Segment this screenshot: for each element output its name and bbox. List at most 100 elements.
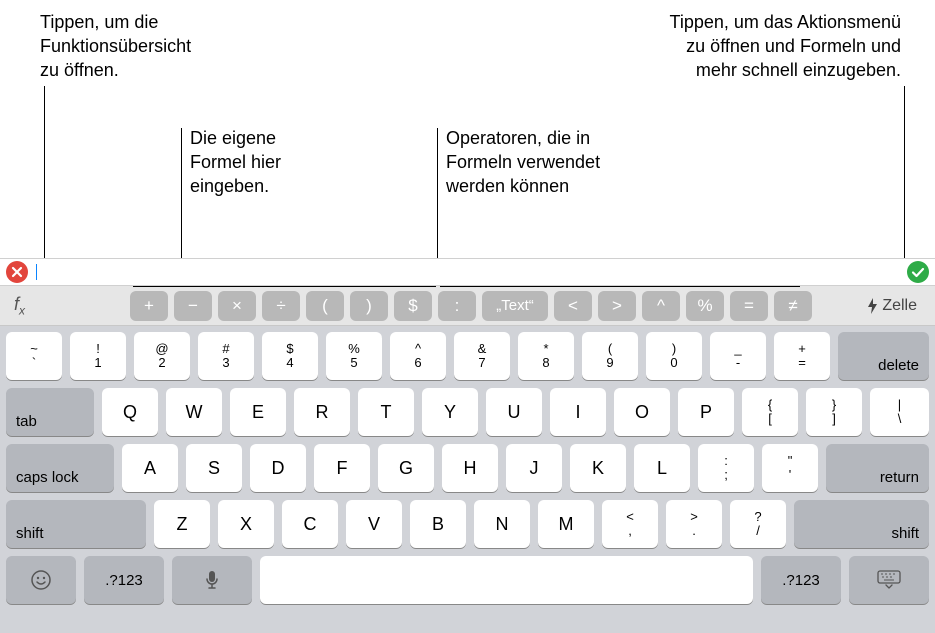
callout-fx: Tippen, um die Funktionsübersicht zu öff… (40, 10, 191, 82)
key-shift-left[interactable]: shift (6, 500, 146, 548)
key-l[interactable]: L (634, 444, 690, 492)
key-lbracket[interactable]: {[ (742, 388, 798, 436)
key-backtick[interactable]: ~` (6, 332, 62, 380)
callouts-layer: Tippen, um die Funktionsübersicht zu öff… (0, 0, 935, 258)
key-i[interactable]: I (550, 388, 606, 436)
key-d[interactable]: D (250, 444, 306, 492)
key-e[interactable]: E (230, 388, 286, 436)
key-9[interactable]: (9 (582, 332, 638, 380)
key-1[interactable]: !1 (70, 332, 126, 380)
key-v[interactable]: V (346, 500, 402, 548)
formula-toolbar: fx + − × ÷ ( ) $ : „Text“ < > ^ % = ≠ Ze… (0, 286, 935, 326)
key-k[interactable]: K (570, 444, 626, 492)
key-emoji[interactable] (6, 556, 76, 604)
leader-line (181, 128, 182, 268)
key-6[interactable]: ^6 (390, 332, 446, 380)
key-slash[interactable]: ?/ (730, 500, 786, 548)
text-caret (36, 264, 37, 280)
keyboard-row-5: .?123 .?123 (6, 556, 929, 604)
key-rbracket[interactable]: }] (806, 388, 862, 436)
key-tab[interactable]: tab (6, 388, 94, 436)
op-lt[interactable]: < (554, 291, 592, 321)
op-minus[interactable]: − (174, 291, 212, 321)
key-quote[interactable]: "' (762, 444, 818, 492)
callout-zelle: Tippen, um das Aktionsmenü zu öffnen und… (670, 10, 901, 82)
op-divide[interactable]: ÷ (262, 291, 300, 321)
key-s[interactable]: S (186, 444, 242, 492)
key-dictation[interactable] (172, 556, 252, 604)
key-u[interactable]: U (486, 388, 542, 436)
fx-icon: fx (14, 294, 25, 318)
op-eq[interactable]: = (730, 291, 768, 321)
keyboard: ~` !1 @2 #3 $4 %5 ^6 &7 *8 (9 )0 _- += d… (0, 326, 935, 633)
key-2[interactable]: @2 (134, 332, 190, 380)
op-rparen[interactable]: ) (350, 291, 388, 321)
key-minus[interactable]: _- (710, 332, 766, 380)
key-4[interactable]: $4 (262, 332, 318, 380)
key-t[interactable]: T (358, 388, 414, 436)
key-p[interactable]: P (678, 388, 734, 436)
op-text[interactable]: „Text“ (482, 291, 548, 321)
key-8[interactable]: *8 (518, 332, 574, 380)
key-space[interactable] (260, 556, 753, 604)
key-numbers-left[interactable]: .?123 (84, 556, 164, 604)
keyboard-row-1: ~` !1 @2 #3 $4 %5 ^6 &7 *8 (9 )0 _- += d… (6, 332, 929, 380)
key-dismiss-keyboard[interactable] (849, 556, 929, 604)
op-times[interactable]: × (218, 291, 256, 321)
key-0[interactable]: )0 (646, 332, 702, 380)
op-gt[interactable]: > (598, 291, 636, 321)
key-f[interactable]: F (314, 444, 370, 492)
close-icon (6, 261, 28, 283)
key-a[interactable]: A (122, 444, 178, 492)
key-backslash[interactable]: |\ (870, 388, 929, 436)
op-percent[interactable]: % (686, 291, 724, 321)
formula-input-row (0, 258, 935, 286)
key-comma[interactable]: <, (602, 500, 658, 548)
key-q[interactable]: Q (102, 388, 158, 436)
key-7[interactable]: &7 (454, 332, 510, 380)
key-z[interactable]: Z (154, 500, 210, 548)
bolt-icon (867, 298, 879, 314)
key-b[interactable]: B (410, 500, 466, 548)
key-delete[interactable]: delete (838, 332, 929, 380)
op-plus[interactable]: + (130, 291, 168, 321)
keyboard-row-2: tab Q W E R T Y U I O P {[ }] |\ (6, 388, 929, 436)
key-return[interactable]: return (826, 444, 929, 492)
key-numbers-right[interactable]: .?123 (761, 556, 841, 604)
bracket-line (133, 286, 436, 287)
function-browser-button[interactable]: fx (8, 288, 124, 324)
key-period[interactable]: >. (666, 500, 722, 548)
callout-operators: Operatoren, die in Formeln verwendet wer… (446, 126, 600, 198)
op-dollar[interactable]: $ (394, 291, 432, 321)
op-lparen[interactable]: ( (306, 291, 344, 321)
key-w[interactable]: W (166, 388, 222, 436)
key-3[interactable]: #3 (198, 332, 254, 380)
key-x[interactable]: X (218, 500, 274, 548)
keyboard-row-4: shift Z X C V B N M <, >. ?/ shift (6, 500, 929, 548)
key-c[interactable]: C (282, 500, 338, 548)
callout-formula-field: Die eigene Formel hier eingeben. (190, 126, 281, 198)
confirm-button[interactable] (907, 261, 929, 283)
key-j[interactable]: J (506, 444, 562, 492)
key-caps-lock[interactable]: caps lock (6, 444, 114, 492)
keyboard-dismiss-icon (877, 570, 901, 590)
emoji-icon (30, 569, 52, 591)
key-equals[interactable]: += (774, 332, 830, 380)
op-neq[interactable]: ≠ (774, 291, 812, 321)
zelle-action-button[interactable]: Zelle (857, 297, 927, 315)
key-h[interactable]: H (442, 444, 498, 492)
key-n[interactable]: N (474, 500, 530, 548)
key-semicolon[interactable]: :; (698, 444, 754, 492)
key-y[interactable]: Y (422, 388, 478, 436)
formula-input[interactable] (36, 260, 899, 284)
cancel-button[interactable] (6, 261, 28, 283)
key-5[interactable]: %5 (326, 332, 382, 380)
key-r[interactable]: R (294, 388, 350, 436)
key-shift-right[interactable]: shift (794, 500, 929, 548)
key-m[interactable]: M (538, 500, 594, 548)
op-colon[interactable]: : (438, 291, 476, 321)
op-caret[interactable]: ^ (642, 291, 680, 321)
key-g[interactable]: G (378, 444, 434, 492)
key-o[interactable]: O (614, 388, 670, 436)
check-icon (907, 261, 929, 283)
